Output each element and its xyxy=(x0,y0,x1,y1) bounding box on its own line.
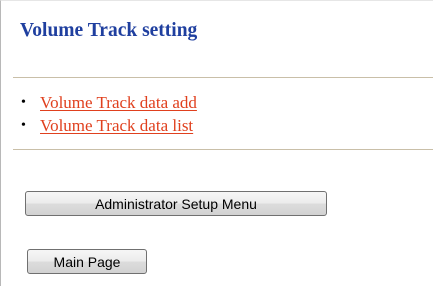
list-item: • Volume Track data list xyxy=(21,114,197,137)
bullet-icon: • xyxy=(21,118,26,133)
bullet-icon: • xyxy=(21,95,26,110)
page-frame: Volume Track setting • Volume Track data… xyxy=(0,0,433,286)
administrator-setup-menu-button[interactable]: Administrator Setup Menu xyxy=(25,191,327,216)
page-title: Volume Track setting xyxy=(20,20,198,41)
main-page-button[interactable]: Main Page xyxy=(27,249,147,274)
link-list: • Volume Track data add • Volume Track d… xyxy=(21,91,197,137)
list-item: • Volume Track data add xyxy=(21,91,197,114)
divider-top xyxy=(13,77,433,78)
divider-bottom xyxy=(13,149,433,150)
volume-track-data-add-link[interactable]: Volume Track data add xyxy=(40,93,197,112)
volume-track-data-list-link[interactable]: Volume Track data list xyxy=(40,116,193,135)
